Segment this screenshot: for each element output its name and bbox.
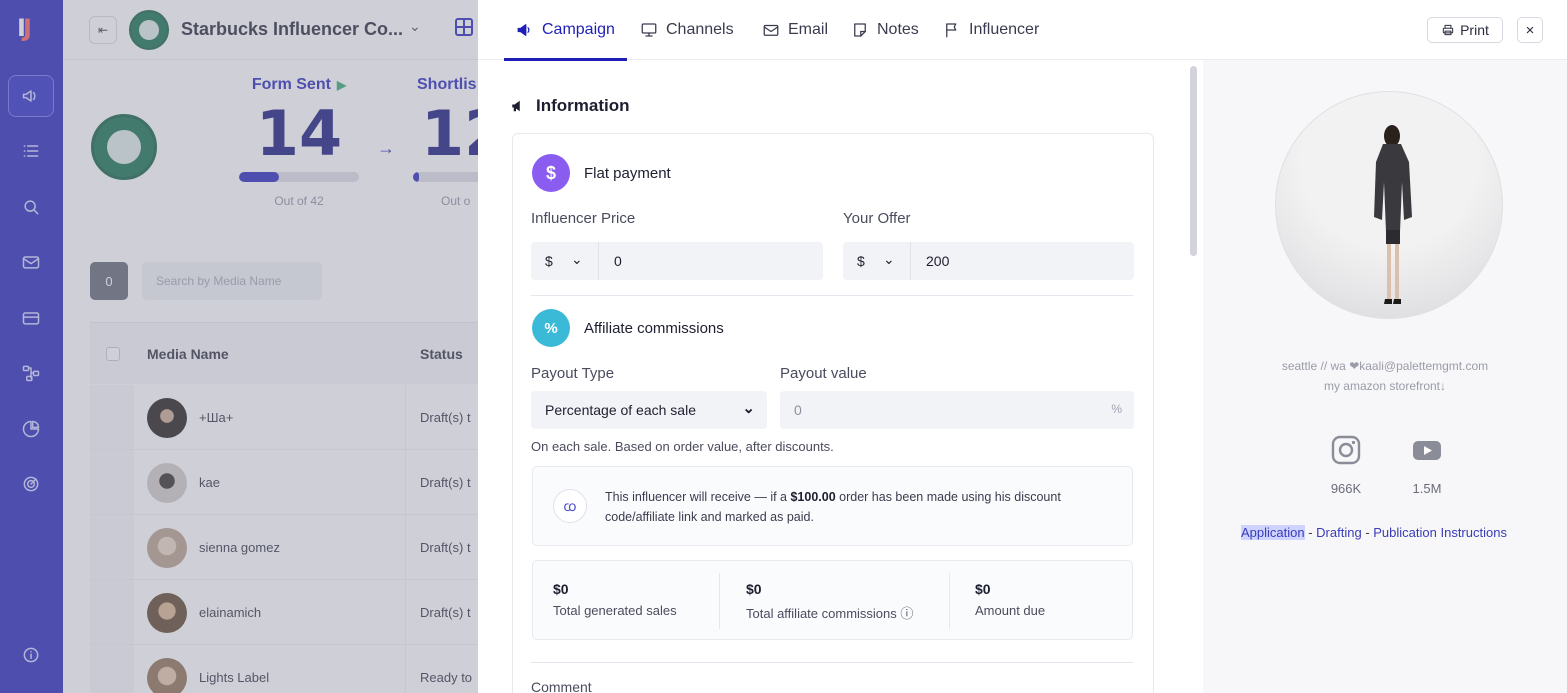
commission-info-box: ꭃ This influencer will receive — if a $1… bbox=[532, 466, 1133, 546]
megaphone-icon bbox=[512, 100, 520, 112]
profile-bio: seattle // wa ❤kaali@palettemgmt.com my … bbox=[1233, 356, 1537, 396]
commission-info-text: This influencer will receive — if a $100… bbox=[605, 487, 1115, 527]
stat-label: Total generated sales bbox=[553, 603, 677, 618]
info-amount: $100.00 bbox=[790, 490, 836, 504]
app-root: IJ ⇤ Starbucks Influencer Co... ⌄ Form S… bbox=[0, 0, 1567, 693]
stat-amount-due: $0 Amount due bbox=[975, 581, 1045, 618]
modal-backdrop[interactable] bbox=[0, 0, 483, 693]
link-separator: - bbox=[1304, 525, 1317, 540]
influencer-price-input[interactable]: 0 bbox=[614, 253, 622, 269]
tab-label: Email bbox=[788, 21, 829, 38]
close-button[interactable]: × bbox=[1517, 17, 1543, 43]
flag-icon bbox=[946, 23, 957, 38]
note-icon bbox=[854, 23, 866, 37]
stat-label[interactable]: Total affiliate commissions ⓘ bbox=[746, 603, 913, 622]
payout-hint: On each sale. Based on order value, afte… bbox=[531, 439, 834, 454]
tab-campaign[interactable]: Campaign bbox=[504, 0, 627, 61]
dollar-icon: $ bbox=[532, 154, 570, 192]
field-divider bbox=[598, 242, 599, 280]
monitor-icon bbox=[641, 23, 657, 37]
your-offer-label: Your Offer bbox=[843, 210, 911, 227]
chevron-down-icon[interactable]: ⌄ bbox=[571, 251, 583, 268]
influencer-profile-panel: seattle // wa ❤kaali@palettemgmt.com my … bbox=[1203, 60, 1567, 693]
bio-line[interactable]: seattle // wa ❤kaali@palettemgmt.com bbox=[1233, 356, 1537, 376]
tab-label: Channels bbox=[666, 21, 734, 38]
megaphone-icon bbox=[517, 24, 530, 36]
flat-payment-title: Flat payment bbox=[584, 165, 671, 182]
youtube-stat[interactable]: 1.5M bbox=[1397, 434, 1457, 496]
influencer-drawer: Campaign Channels Email Notes Influencer bbox=[478, 0, 1567, 693]
application-link[interactable]: Application bbox=[1241, 525, 1305, 540]
comment-label: Comment bbox=[531, 679, 592, 693]
tab-influencer[interactable]: Influencer bbox=[943, 0, 1039, 60]
print-button[interactable]: Print bbox=[1427, 17, 1503, 43]
mail-icon bbox=[763, 24, 779, 36]
commission-stats: $0 Total generated sales $0 Total affili… bbox=[532, 560, 1133, 640]
active-tab-indicator bbox=[504, 58, 627, 61]
user-tag-icon: ꭃ bbox=[553, 489, 587, 523]
link-separator: - bbox=[1361, 525, 1374, 540]
tab-channels[interactable]: Channels bbox=[640, 0, 734, 60]
tab-label: Notes bbox=[877, 21, 919, 38]
info-text-pre: This influencer will receive — if a bbox=[605, 490, 791, 504]
scrollbar-thumb[interactable] bbox=[1190, 66, 1197, 256]
youtube-subscribers: 1.5M bbox=[1412, 481, 1442, 496]
currency-select[interactable]: $ bbox=[545, 253, 553, 269]
youtube-icon bbox=[1413, 441, 1441, 460]
printer-icon bbox=[1442, 24, 1454, 36]
currency-select[interactable]: $ bbox=[857, 253, 865, 269]
stat-divider bbox=[719, 573, 720, 629]
stat-label: Amount due bbox=[975, 603, 1046, 618]
stat-total-sales: $0 Total generated sales bbox=[553, 581, 677, 618]
percent-icon: % bbox=[532, 309, 570, 347]
stat-value: $0 bbox=[553, 581, 569, 597]
percent-suffix: % bbox=[1111, 402, 1122, 416]
drafting-link[interactable]: Drafting bbox=[1316, 525, 1362, 540]
section-title: Information bbox=[510, 96, 630, 116]
tab-notes[interactable]: Notes bbox=[851, 0, 919, 60]
close-icon: × bbox=[1525, 21, 1535, 39]
tab-email[interactable]: Email bbox=[762, 0, 828, 60]
stat-total-commissions: $0 Total affiliate commissions ⓘ bbox=[746, 581, 913, 622]
tab-label: Campaign bbox=[542, 21, 615, 38]
stat-value: $0 bbox=[975, 581, 991, 597]
instagram-icon bbox=[1331, 435, 1361, 465]
payout-type-select[interactable]: Percentage of each sale ⌄ bbox=[531, 391, 767, 429]
instagram-stat[interactable]: 966K bbox=[1316, 434, 1376, 496]
divider bbox=[531, 295, 1133, 296]
tab-label: Influencer bbox=[969, 21, 1040, 38]
field-divider bbox=[910, 242, 911, 280]
stat-value: $0 bbox=[746, 581, 762, 597]
drawer-tabs: Campaign Channels Email Notes Influencer bbox=[478, 0, 1567, 61]
chevron-down-icon: ⌄ bbox=[742, 400, 755, 417]
affiliate-title: Affiliate commissions bbox=[584, 320, 724, 337]
instruction-links: Application - Drafting - Publication Ins… bbox=[1241, 525, 1507, 540]
payout-value: 0 bbox=[794, 402, 802, 418]
bio-line[interactable]: my amazon storefront↓ bbox=[1233, 376, 1537, 396]
your-offer-field[interactable]: $ ⌄ 200 bbox=[843, 242, 1134, 280]
chevron-down-icon[interactable]: ⌄ bbox=[883, 251, 895, 268]
person-figure bbox=[1374, 125, 1412, 304]
publication-instructions-link[interactable]: Publication Instructions bbox=[1373, 525, 1507, 540]
divider bbox=[531, 662, 1133, 663]
stat-divider bbox=[949, 573, 950, 629]
payout-type-label: Payout Type bbox=[531, 365, 615, 382]
payout-type-value: Percentage of each sale bbox=[545, 402, 696, 418]
your-offer-input[interactable]: 200 bbox=[926, 253, 949, 269]
payout-value-input[interactable]: 0 % bbox=[780, 391, 1134, 429]
payout-value-label: Payout value bbox=[780, 365, 867, 382]
influencer-price-label: Influencer Price bbox=[531, 210, 636, 227]
profile-picture bbox=[1275, 91, 1503, 319]
section-title-text: Information bbox=[536, 96, 630, 115]
instagram-followers: 966K bbox=[1330, 481, 1362, 496]
print-label: Print bbox=[1460, 22, 1489, 38]
influencer-price-field[interactable]: $ ⌄ 0 bbox=[531, 242, 823, 280]
